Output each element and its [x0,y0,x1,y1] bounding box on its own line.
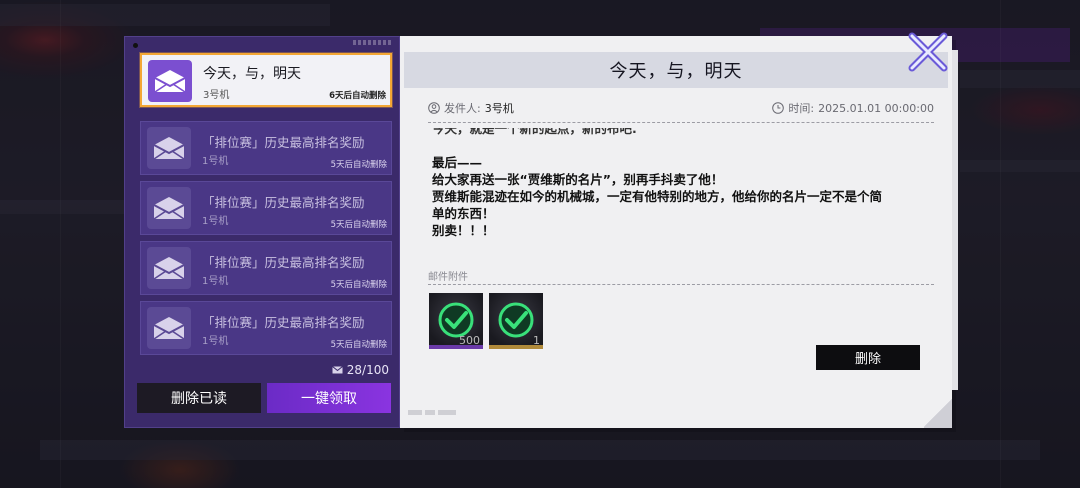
time-value: 2025.01.01 00:00:00 [818,101,934,115]
mail-body-partial: 今天，就是一个新的起点，新的布吧. [432,128,637,136]
mail-expire: 5天后自动删除 [330,280,387,290]
time-row: 时间: 2025.01.01 00:00:00 [772,100,934,116]
envelope-icon [147,127,191,169]
sender-value: 3号机 [484,102,514,115]
sender-label: 发件人: [444,102,481,115]
mail-expire: 6天后自动删除 [329,91,386,101]
delete-mail-button[interactable]: 删除 [816,345,920,370]
mail-item[interactable]: 「排位赛」历史最高排名奖励 1号机 5天后自动删除 [140,121,392,175]
clock-icon [772,102,785,114]
mail-detail-panel: 今天，与，明天 发件人: 3号机 时间: 2025.01.01 00:00:00… [400,32,958,428]
paper-footer-deco [408,408,468,418]
divider [428,122,934,123]
time-label: 时间: [788,102,815,115]
mail-sender: 1号机 [202,276,229,287]
mail-list-panel: 今天，与，明天 3号机 6天后自动删除 「排位赛」历史最高排名奖励 1号机 5天… [124,36,400,428]
paper-fold [924,398,952,428]
envelope-icon [147,247,191,289]
mail-title: 「排位赛」历史最高排名奖励 [202,135,365,150]
delete-read-button[interactable]: 删除已读 [137,383,261,413]
mail-detail-title: 今天，与，明天 [404,52,948,88]
mail-sender: 1号机 [202,156,229,167]
attachment-item[interactable]: 500 [429,293,483,349]
mail-expire: 5天后自动删除 [330,340,387,350]
attachment-item[interactable]: 1 [489,293,543,349]
mail-title: 「排位赛」历史最高排名奖励 [202,195,365,210]
panel-dot [133,43,138,48]
sender-row: 发件人: 3号机 [428,100,514,116]
user-icon [428,102,440,114]
mail-title: 「排位赛」历史最高排名奖励 [202,315,365,330]
mail-item[interactable]: 「排位赛」历史最高排名奖励 1号机 5天后自动删除 [140,181,392,235]
mail-title: 「排位赛」历史最高排名奖励 [202,255,365,270]
divider [428,284,934,285]
mail-item[interactable]: 「排位赛」历史最高排名奖励 1号机 5天后自动删除 [140,301,392,355]
attachment-qty: 1 [533,334,540,347]
mail-sender: 3号机 [203,90,230,101]
mail-sender: 1号机 [202,216,229,227]
mail-expire: 5天后自动删除 [330,160,387,170]
mail-expire: 5天后自动删除 [330,220,387,230]
mail-item[interactable]: 「排位赛」历史最高排名奖励 1号机 5天后自动删除 [140,241,392,295]
mail-item-selected[interactable]: 今天，与，明天 3号机 6天后自动删除 [140,53,392,107]
mail-count-value: 28/100 [346,363,389,377]
panel-deco [353,40,391,45]
close-icon[interactable] [900,24,956,80]
claim-all-button[interactable]: 一键领取 [267,383,391,413]
check-circle-icon [498,302,534,338]
mail-count: 28/100 [331,363,389,377]
mail-sender: 1号机 [202,336,229,347]
envelope-icon [147,187,191,229]
attachments-label: 邮件附件 [428,272,468,283]
mail-body-scroll[interactable]: 今天，就是一个新的起点，新的布吧. 最后—— 给大家再送一张“贾维斯的名片”，别… [428,128,934,240]
attachment-qty: 500 [459,334,480,347]
envelope-icon [148,60,192,102]
mail-title: 今天，与，明天 [203,66,301,82]
envelope-icon [147,307,191,349]
mail-meta: 发件人: 3号机 时间: 2025.01.01 00:00:00 [428,100,934,116]
mail-count-icon [331,366,343,374]
paper-edge [952,50,958,390]
mail-body: 最后—— 给大家再送一张“贾维斯的名片”，别再手抖卖了他！ 贾维斯能混迹在如今的… [432,155,883,238]
